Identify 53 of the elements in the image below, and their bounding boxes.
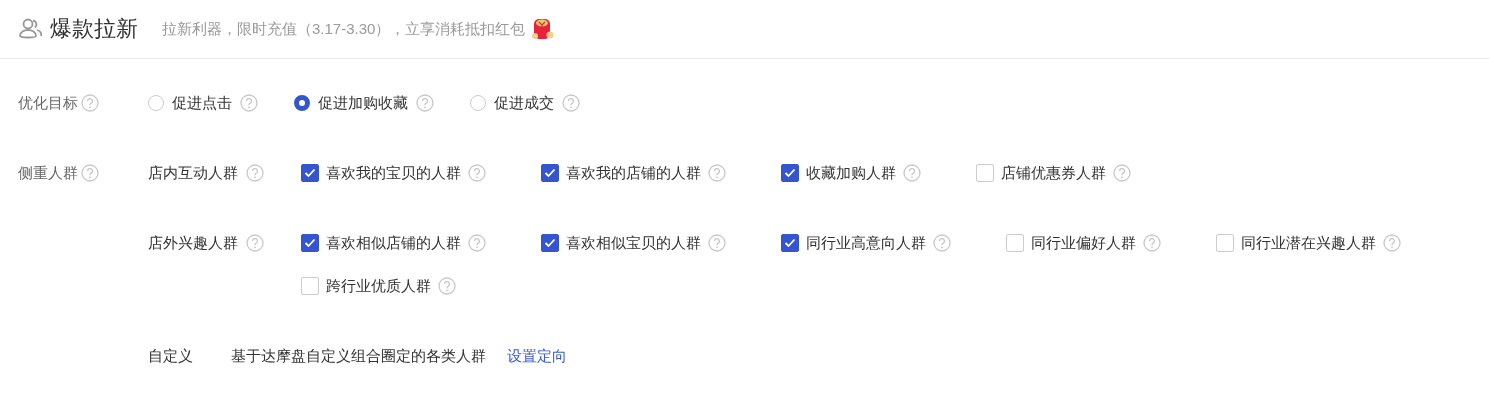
group-label: 店外兴趣人群 <box>148 233 238 253</box>
checkbox-label[interactable]: 同行业高意向人群 <box>806 233 926 253</box>
help-icon[interactable] <box>562 94 580 112</box>
help-icon[interactable] <box>1383 234 1401 252</box>
description-text: 基于达摩盘自定义组合圈定的各类人群 <box>231 346 486 366</box>
checkbox-label[interactable]: 同行业潜在兴趣人群 <box>1241 233 1376 253</box>
checkbox-label[interactable]: 店铺优惠券人群 <box>1001 163 1106 183</box>
help-icon[interactable] <box>933 234 951 252</box>
checkmark-icon <box>784 168 796 178</box>
help-icon[interactable] <box>1113 164 1131 182</box>
radio-label[interactable]: 促进点击 <box>172 93 232 113</box>
radio-label[interactable]: 促进成交 <box>494 93 554 113</box>
checkbox-label[interactable]: 喜欢相似宝贝的人群 <box>566 233 701 253</box>
group-label: 店内互动人群 <box>148 163 238 183</box>
checkbox[interactable] <box>541 164 559 182</box>
set-targeting-link[interactable]: 设置定向 <box>507 346 567 366</box>
checkbox-label[interactable]: 收藏加购人群 <box>806 163 896 183</box>
radio-label[interactable]: 促进加购收藏 <box>318 93 408 113</box>
checkbox-label[interactable]: 跨行业优质人群 <box>326 276 431 296</box>
help-icon[interactable] <box>468 164 486 182</box>
checkmark-icon <box>784 238 796 248</box>
help-icon[interactable] <box>708 164 726 182</box>
help-icon[interactable] <box>246 164 264 182</box>
help-icon[interactable] <box>1143 234 1161 252</box>
help-icon[interactable] <box>438 277 456 295</box>
checkbox-label[interactable]: 喜欢相似店铺的人群 <box>326 233 461 253</box>
checkbox[interactable] <box>301 234 319 252</box>
checkbox-label[interactable]: 喜欢我的店铺的人群 <box>566 163 701 183</box>
help-icon[interactable] <box>246 234 264 252</box>
radio-button[interactable] <box>294 95 310 111</box>
help-icon[interactable] <box>708 234 726 252</box>
checkbox-label[interactable]: 同行业偏好人群 <box>1031 233 1136 253</box>
checkmark-icon <box>304 238 316 248</box>
page-title: 爆款拉新 <box>50 15 138 43</box>
checkmark-icon <box>544 168 556 178</box>
checkmark-icon <box>544 238 556 248</box>
help-icon[interactable] <box>240 94 258 112</box>
help-icon[interactable] <box>416 94 434 112</box>
checkbox[interactable] <box>781 164 799 182</box>
checkmark-icon <box>304 168 316 178</box>
help-icon[interactable] <box>81 94 99 112</box>
group-label: 自定义 <box>148 346 194 366</box>
checkbox-label[interactable]: 喜欢我的宝贝的人群 <box>326 163 461 183</box>
help-icon[interactable] <box>468 234 486 252</box>
checkbox[interactable] <box>781 234 799 252</box>
gift-pouch-icon[interactable] <box>531 16 556 42</box>
field-label: 侧重人群 <box>18 163 78 183</box>
help-icon[interactable] <box>903 164 921 182</box>
checkbox[interactable] <box>301 164 319 182</box>
checkbox[interactable] <box>541 234 559 252</box>
help-icon[interactable] <box>81 164 99 182</box>
field-label: 优化目标 <box>18 93 78 113</box>
promo-text: 拉新利器，限时充值（3.17-3.30），立享消耗抵扣红包 <box>162 19 526 39</box>
